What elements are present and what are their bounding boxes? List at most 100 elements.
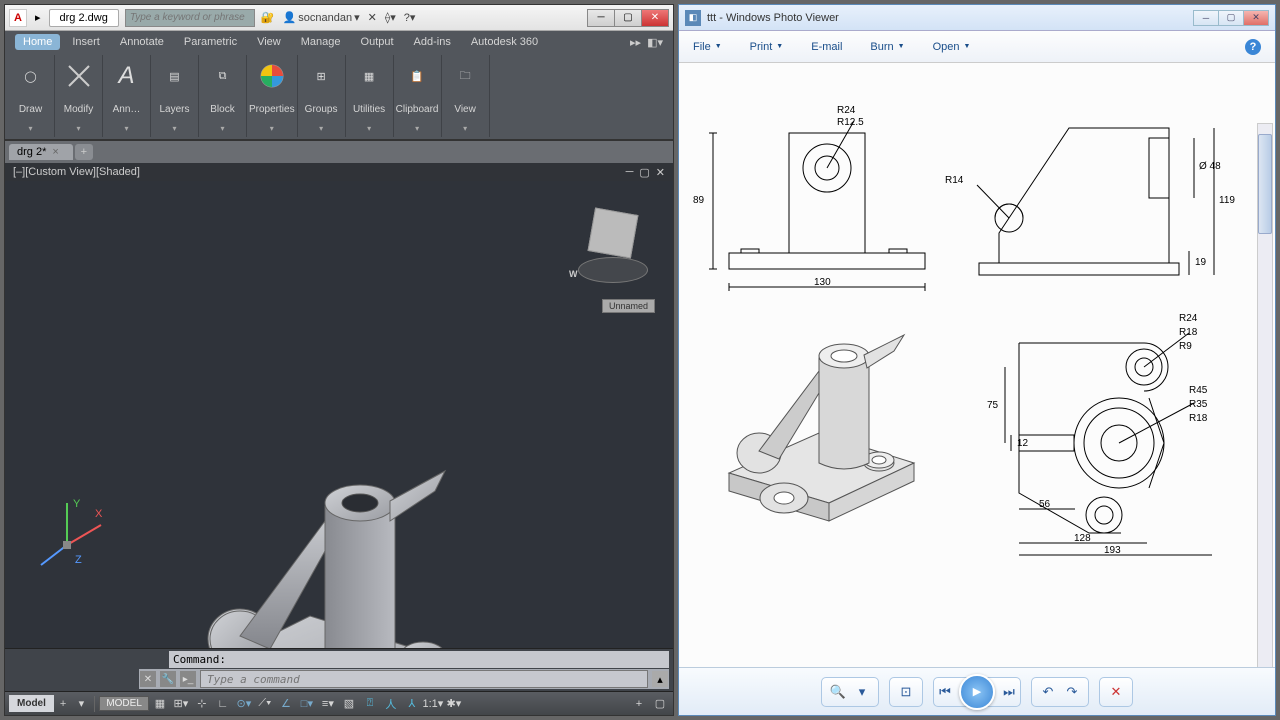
next-icon[interactable]: ⏭: [999, 682, 1019, 702]
panel-properties[interactable]: Properties▾: [247, 55, 298, 137]
viewcube[interactable]: W: [573, 211, 653, 291]
menu-open[interactable]: Open▼: [933, 41, 971, 53]
tab-manage[interactable]: Manage: [293, 34, 349, 50]
close-button[interactable]: ✕: [641, 9, 669, 27]
tab-addins[interactable]: Add-ins: [406, 34, 459, 50]
vp-maximize-icon[interactable]: ▢: [639, 166, 649, 179]
osnap-icon[interactable]: ∠: [277, 695, 295, 713]
chevron-down-icon[interactable]: ▾: [28, 125, 32, 133]
autocad-logo-icon[interactable]: A: [9, 9, 27, 27]
binoculars-icon[interactable]: 🔐: [261, 11, 275, 24]
minimize-button[interactable]: ─: [587, 9, 615, 27]
dim-r24: R24: [837, 105, 856, 116]
help-icon[interactable]: ?▾: [404, 11, 416, 24]
a360-icon[interactable]: ⟠▾: [385, 11, 396, 24]
ribbon-pin-icon[interactable]: ◧▾: [647, 36, 663, 49]
search-input[interactable]: [126, 12, 254, 23]
clean-screen-icon[interactable]: ▢: [651, 695, 669, 713]
lineweight-icon[interactable]: ≡▾: [319, 695, 337, 713]
dynamic-ucs-icon[interactable]: ⅄: [403, 695, 421, 713]
cmd-wrench-icon[interactable]: 🔧: [160, 671, 176, 687]
ortho-icon[interactable]: ∟: [214, 695, 232, 713]
snap-icon[interactable]: ⊞▾: [172, 695, 190, 713]
command-history: Command:: [169, 651, 669, 668]
photo-maximize-button[interactable]: ▢: [1218, 10, 1244, 26]
tab-annotate[interactable]: Annotate: [112, 34, 172, 50]
panel-modify[interactable]: Modify▾: [55, 55, 103, 137]
rotate-ccw-icon[interactable]: ↶: [1038, 682, 1058, 702]
new-tab-button[interactable]: +: [75, 144, 93, 160]
doc-tab[interactable]: drg 2*×: [9, 144, 73, 160]
model-tab[interactable]: Model: [9, 695, 54, 712]
groups-icon: ⊞: [304, 59, 338, 93]
photo-help-icon[interactable]: ?: [1245, 39, 1261, 55]
transparency-icon[interactable]: ▧: [340, 695, 358, 713]
cmd-close-icon[interactable]: ✕: [140, 671, 156, 687]
infer-icon[interactable]: ⊹: [193, 695, 211, 713]
tab-home[interactable]: Home: [15, 34, 60, 50]
panel-clipboard[interactable]: 📋Clipboard▾: [394, 55, 442, 137]
customize-icon[interactable]: +: [630, 695, 648, 713]
cmd-recent-icon[interactable]: ▴: [652, 671, 668, 687]
viewport-label[interactable]: [–][Custom View][Shaded]: [13, 166, 140, 178]
ucs-icon[interactable]: Y X Z: [37, 495, 117, 578]
slideshow-button[interactable]: ▶: [959, 674, 995, 710]
menu-email[interactable]: E-mail: [811, 41, 842, 53]
3dosnap-icon[interactable]: 人: [382, 695, 400, 713]
tab-output[interactable]: Output: [353, 34, 402, 50]
ribbon-collapse-icon[interactable]: ▸▸: [630, 36, 641, 49]
rotate-cw-icon[interactable]: ↷: [1062, 682, 1082, 702]
menu-print[interactable]: Print▼: [750, 41, 784, 53]
photo-canvas[interactable]: R24 R12.5 89 130 R14: [679, 63, 1275, 667]
layers-icon: ▤: [158, 59, 192, 93]
dim-193: 193: [1104, 545, 1121, 556]
layout-menu-icon[interactable]: ▾: [72, 695, 90, 713]
tab-insert[interactable]: Insert: [64, 34, 108, 50]
command-input[interactable]: [200, 670, 648, 688]
anno-scale-label[interactable]: 1:1 ▾: [424, 695, 442, 713]
panel-view[interactable]: 🗀View▾: [442, 55, 490, 137]
menu-burn[interactable]: Burn▼: [870, 41, 904, 53]
photo-close-button[interactable]: ✕: [1243, 10, 1269, 26]
isodraft-icon[interactable]: ⟋▾: [256, 695, 274, 713]
panel-groups[interactable]: ⊞Groups▾: [298, 55, 346, 137]
otrack-icon[interactable]: □▾: [298, 695, 316, 713]
qat-dropdown-icon[interactable]: ▸: [33, 11, 43, 24]
tab-parametric[interactable]: Parametric: [176, 34, 245, 50]
exchange-icon[interactable]: ✕: [368, 11, 377, 24]
panel-draw[interactable]: ◯Draw▾: [7, 55, 55, 137]
zoom-slider-icon[interactable]: ▾: [852, 682, 872, 702]
vp-close-icon[interactable]: ✕: [656, 166, 665, 179]
panel-utilities[interactable]: ▦Utilities▾: [346, 55, 394, 137]
tab-view[interactable]: View: [249, 34, 289, 50]
photo-titlebar: ◧ ttt - Windows Photo Viewer ─ ▢ ✕: [679, 5, 1275, 31]
cycling-icon[interactable]: ⍰: [361, 695, 379, 713]
drawing-canvas[interactable]: W Unnamed: [5, 181, 673, 648]
maximize-button[interactable]: ▢: [614, 9, 642, 27]
zoom-out-icon[interactable]: 🔍: [828, 682, 848, 702]
tab-close-icon[interactable]: ×: [52, 146, 58, 158]
user-menu[interactable]: 👤 socnandan ▾: [283, 11, 360, 24]
scroll-thumb[interactable]: [1258, 134, 1272, 234]
fit-window-icon[interactable]: ⊡: [896, 682, 916, 702]
photo-scrollbar[interactable]: [1257, 123, 1273, 667]
panel-block[interactable]: ⧉Block▾: [199, 55, 247, 137]
polar-icon[interactable]: ⊙▾: [235, 695, 253, 713]
space-indicator[interactable]: MODEL: [99, 696, 149, 711]
gear-icon[interactable]: ✱▾: [445, 695, 463, 713]
delete-icon[interactable]: ✕: [1106, 682, 1126, 702]
layout-plus-icon[interactable]: +: [56, 698, 70, 710]
panel-layers[interactable]: ▤Layers▾: [151, 55, 199, 137]
prev-icon[interactable]: ⏮: [935, 682, 955, 702]
grid-icon[interactable]: ▦: [151, 695, 169, 713]
panel-annotation[interactable]: AAnn…▾: [103, 55, 151, 137]
menu-file[interactable]: File▼: [693, 41, 722, 53]
viewcube-body[interactable]: [588, 208, 639, 259]
vp-minimize-icon[interactable]: ─: [626, 166, 634, 179]
viewcube-compass[interactable]: [578, 257, 648, 283]
search-box[interactable]: [125, 9, 255, 27]
tab-autodesk360[interactable]: Autodesk 360: [463, 34, 546, 50]
status-bar: Model + ▾ MODEL ▦ ⊞▾ ⊹ ∟ ⊙▾ ⟋▾ ∠ □▾ ≡▾ ▧…: [5, 691, 673, 715]
photo-minimize-button[interactable]: ─: [1193, 10, 1219, 26]
viewcube-menu[interactable]: Unnamed: [602, 299, 655, 313]
